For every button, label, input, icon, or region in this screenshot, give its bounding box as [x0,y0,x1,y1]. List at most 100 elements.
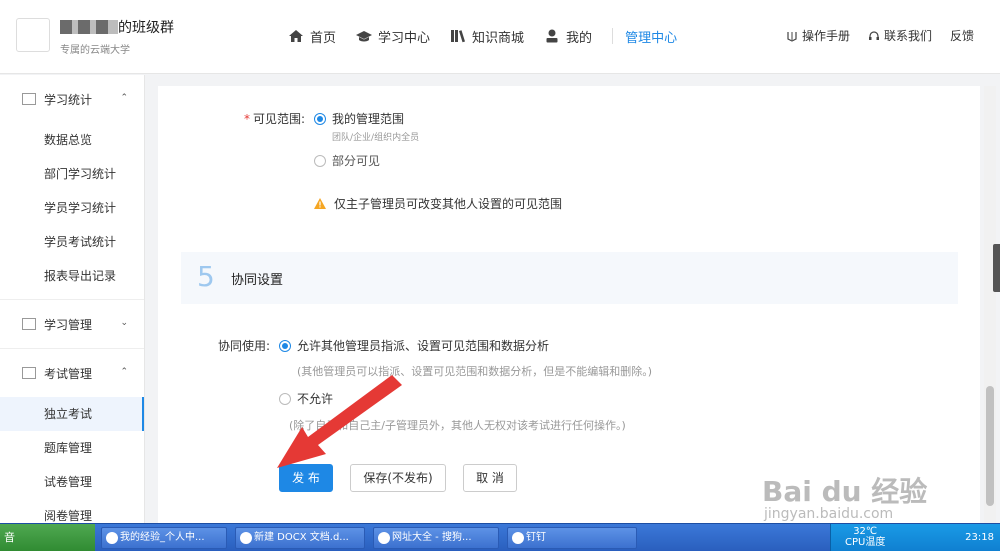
os-taskbar: 音 我的经验_个人中... 新建 DOCX 文档.d... 网址大全 - 搜狗.… [0,523,1000,551]
taskbar-item-docx[interactable]: 新建 DOCX 文档.d... [235,527,365,549]
contact-link-label: 联系我们 [883,29,932,43]
taskbar-item-sogou[interactable]: 网址大全 - 搜狗... [373,527,499,549]
cpu-temp-label: CPU温度 [845,537,886,548]
manual-link-label: 操作手册 [801,29,850,43]
sidebar: 学习统计 ⌃ 数据总览 部门学习统计 学员学习统计 学员考试统计 报表导出记录 … [0,75,145,523]
exam-icon [22,367,36,379]
sogou-icon [378,532,390,544]
main-panel: * 可见范围: 我的管理范围 团队/企业/组织内全员 部分可见 仅主子管理员可改变… [158,86,980,523]
cpu-temp-value: 32℃ [853,526,878,537]
taskbar-item-dingtalk[interactable]: 钉钉 [507,527,637,549]
system-tray: 32℃ CPU温度 23:18 [830,524,1000,551]
org-name: 的班级群 [60,17,174,37]
visibility-option-my-scope[interactable]: 我的管理范围 [314,110,404,127]
collab-option-deny[interactable]: 不允许 [279,390,333,407]
nav-home-label: 首页 [310,30,337,46]
sidebar-item-paper-mgmt[interactable]: 试卷管理 [0,465,144,499]
manual-icon [787,31,797,42]
dingtalk-icon [512,532,524,544]
sidebar-item-student-learning-stats[interactable]: 学员学习统计 [0,191,144,225]
org-name-suffix: 的班级群 [118,20,174,36]
start-button[interactable]: 音 [0,524,95,551]
section-collab-header: 5 协同设置 [181,252,958,304]
visibility-option-label: 部分可见 [332,154,381,168]
sidebar-group-label: 学习管理 [44,317,93,332]
visibility-label-text: 可见范围: [253,112,306,126]
nav-knowledge-mall[interactable]: 知识商城 [450,26,524,46]
nav-learning-center[interactable]: 学习中心 [356,26,430,46]
document-icon [240,532,252,544]
clock[interactable]: 23:18 [965,532,994,543]
visibility-warning: 仅主子管理员可改变其他人设置的可见范围 [314,195,562,212]
radio-unselected[interactable] [314,155,326,167]
home-icon [289,30,303,42]
publish-button[interactable]: 发 布 [279,464,333,492]
sidebar-item-dept-stats[interactable]: 部门学习统计 [0,157,144,191]
collab-option-allow-desc: (其他管理员可以指派、设置可见范围和数据分析，但是不能编辑和删除。) [297,365,653,378]
nav-admin-center[interactable]: 管理中心 [625,26,677,46]
user-icon [546,29,558,43]
collab-option-deny-desc: (除了自己和自己主/子管理员外，其他人无权对该考试进行任何操作。) [289,419,626,432]
headset-icon [868,30,879,40]
sidebar-group-exam-mgmt[interactable]: 考试管理 ⌃ [0,349,144,397]
chevron-up-icon: ⌃ [120,93,128,103]
baidu-watermark-url: jingyan.baidu.com [764,506,894,522]
book-icon [22,318,36,330]
warning-text: 仅主子管理员可改变其他人设置的可见范围 [334,197,563,211]
feedback-link-label: 反馈 [949,29,974,43]
sidebar-group-learning-stats[interactable]: 学习统计 ⌃ [0,75,144,123]
radio-selected[interactable] [279,340,291,352]
required-mark: * [244,112,250,126]
chevron-down-icon: ⌄ [120,318,128,328]
cancel-button[interactable]: 取 消 [463,464,517,492]
scrollbar-thumb[interactable] [986,386,994,506]
feedback-link[interactable]: 反馈 [950,27,974,44]
radio-unselected[interactable] [279,393,291,405]
taskbar-item-label: 我的经验_个人中... [120,532,205,543]
warning-icon [314,198,326,209]
taskbar-item-label: 钉钉 [526,532,546,543]
collab-option-allow[interactable]: 允许其他管理员指派、设置可见范围和数据分析 [279,337,549,354]
main-scrollbar[interactable] [984,86,996,523]
visibility-label: * 可见范围: [244,110,305,127]
sidebar-item-question-bank[interactable]: 题库管理 [0,431,144,465]
graduation-cap-icon [356,31,373,42]
nav-learning-center-label: 学习中心 [378,30,431,46]
visibility-option-partial[interactable]: 部分可见 [314,152,380,169]
sidebar-group-learning-mgmt[interactable]: 学习管理 ⌄ [0,300,144,348]
books-icon [451,30,466,43]
org-logo[interactable] [16,18,50,52]
chrome-icon [106,532,118,544]
edge-side-tab[interactable] [993,244,1000,292]
visibility-option-label: 我的管理范围 [332,112,405,126]
redacted-name [60,20,118,34]
collab-option-label: 不允许 [297,392,334,406]
collab-option-label: 允许其他管理员指派、设置可见范围和数据分析 [297,339,550,353]
nav-mine-label: 我的 [566,30,593,46]
header-right-links: 操作手册 联系我们 反馈 [786,27,974,44]
contact-link[interactable]: 联系我们 [868,27,932,44]
main-nav: 首页 学习中心 知识商城 我的 管理中心 [288,26,697,46]
nav-knowledge-mall-label: 知识商城 [472,30,525,46]
taskbar-item-browser[interactable]: 我的经验_个人中... [101,527,227,549]
stats-icon [22,93,36,105]
top-header: 的班级群 专属的云端大学 首页 学习中心 知识商城 我的 管理中心 操作手册 联… [0,0,1000,74]
sidebar-item-report-export[interactable]: 报表导出记录 [0,259,144,293]
visibility-option-desc: 团队/企业/组织内全员 [332,133,420,143]
manual-link[interactable]: 操作手册 [786,27,850,44]
nav-home[interactable]: 首页 [288,26,336,46]
nav-divider [612,28,614,44]
sidebar-item-standalone-exam[interactable]: 独立考试 [0,397,144,431]
sidebar-item-student-exam-stats[interactable]: 学员考试统计 [0,225,144,259]
taskbar-item-label: 新建 DOCX 文档.d... [254,532,349,543]
collab-label: 协同使用: [218,339,271,353]
baidu-watermark: Bai du 经验 [762,475,928,508]
cpu-temp: 32℃ CPU温度 [845,526,885,548]
sidebar-group-label: 学习统计 [44,92,93,107]
taskbar-item-label: 网址大全 - 搜狗... [392,532,472,543]
sidebar-item-data-overview[interactable]: 数据总览 [0,123,144,157]
sidebar-group-label: 考试管理 [44,366,93,381]
radio-selected[interactable] [314,113,326,125]
nav-mine[interactable]: 我的 [544,26,592,46]
save-draft-button[interactable]: 保存(不发布) [350,464,446,492]
